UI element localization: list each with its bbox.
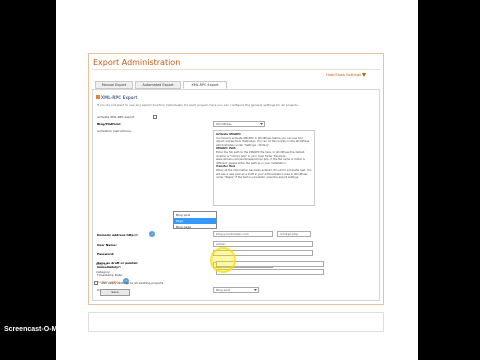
browser-page: Export Administration Hide/Show Settings… — [56, 0, 418, 360]
cursor-highlight — [210, 247, 236, 273]
url-label-text: Domain/ address http://: — [97, 233, 139, 237]
panel-title: Export Administration — [93, 58, 181, 67]
info-text-path: Enter the full path to the XMLRPC file h… — [216, 150, 305, 165]
platform-label-text: Blog/Platform: — [97, 122, 122, 126]
user-field[interactable]: admin — [213, 241, 313, 247]
export-admin-panel: Export Administration Hide/Show Settings… — [88, 53, 384, 305]
url-suffix-field[interactable]: /xmlrpc.php — [277, 231, 311, 237]
activation-instructions: Activate XMLRPC You have to activate XML… — [213, 130, 315, 206]
activate-checkbox[interactable] — [153, 115, 157, 119]
publish-as-value: Blog post — [216, 288, 231, 292]
publish-as-select[interactable]: Blog post — [213, 287, 259, 293]
publish-as-dropdown[interactable]: Blog post Page Blog page — [173, 211, 217, 229]
activate-label: Activate XML-RPC export — [97, 115, 135, 119]
save-button[interactable]: Save — [100, 289, 130, 296]
help-icon[interactable]: ? — [149, 231, 155, 237]
password-label-text: Password: — [97, 252, 115, 256]
footer-panel — [88, 312, 384, 332]
category-field[interactable] — [216, 269, 324, 275]
apply-all-label: also apply settings to all existing proj… — [101, 281, 164, 285]
category-label: Category: — [96, 270, 111, 274]
user-label-text: User Name: — [97, 243, 117, 247]
chevron-down-icon[interactable] — [362, 73, 366, 77]
apply-all-checkbox[interactable] — [94, 281, 98, 285]
tab-automated-export[interactable]: Automated Export — [135, 81, 181, 89]
platform-label: Blog/Platform: — [97, 122, 121, 126]
screencast-watermark: Screencast-O-Matic.com — [4, 326, 86, 333]
tab-manual-export[interactable]: Manual Export — [95, 81, 133, 89]
title-divider — [92, 69, 380, 70]
section-hint: If you do not want to use any export fun… — [97, 103, 299, 107]
url-field[interactable]: blog.yourdomain.com — [213, 231, 273, 237]
blog-id-label: Blog ID: — [96, 262, 108, 266]
info-text-activate: You have to activate XMLRPC in WordPress… — [216, 136, 310, 147]
info-text-test: When all the information has been entere… — [216, 168, 312, 180]
hide-show-settings-link[interactable]: Hide/Show Settings — [326, 73, 361, 77]
chevron-down-icon — [260, 123, 263, 125]
url-label: Domain/ address http://: — [97, 233, 138, 237]
section-title: XML-RPC Export — [101, 95, 138, 100]
export-icon — [96, 95, 100, 99]
tab-xml-rpc-export[interactable]: XML-RPC Export — [183, 81, 227, 89]
platform-value: WordPress — [216, 122, 232, 126]
chevron-down-icon — [254, 289, 257, 291]
dropdown-option[interactable]: Blog page — [174, 224, 216, 230]
activation-label: Activation Instructions: — [97, 129, 132, 133]
password-label: Password: — [97, 252, 114, 256]
user-label: User Name: — [97, 243, 117, 247]
platform-select[interactable]: WordPress — [213, 121, 265, 127]
